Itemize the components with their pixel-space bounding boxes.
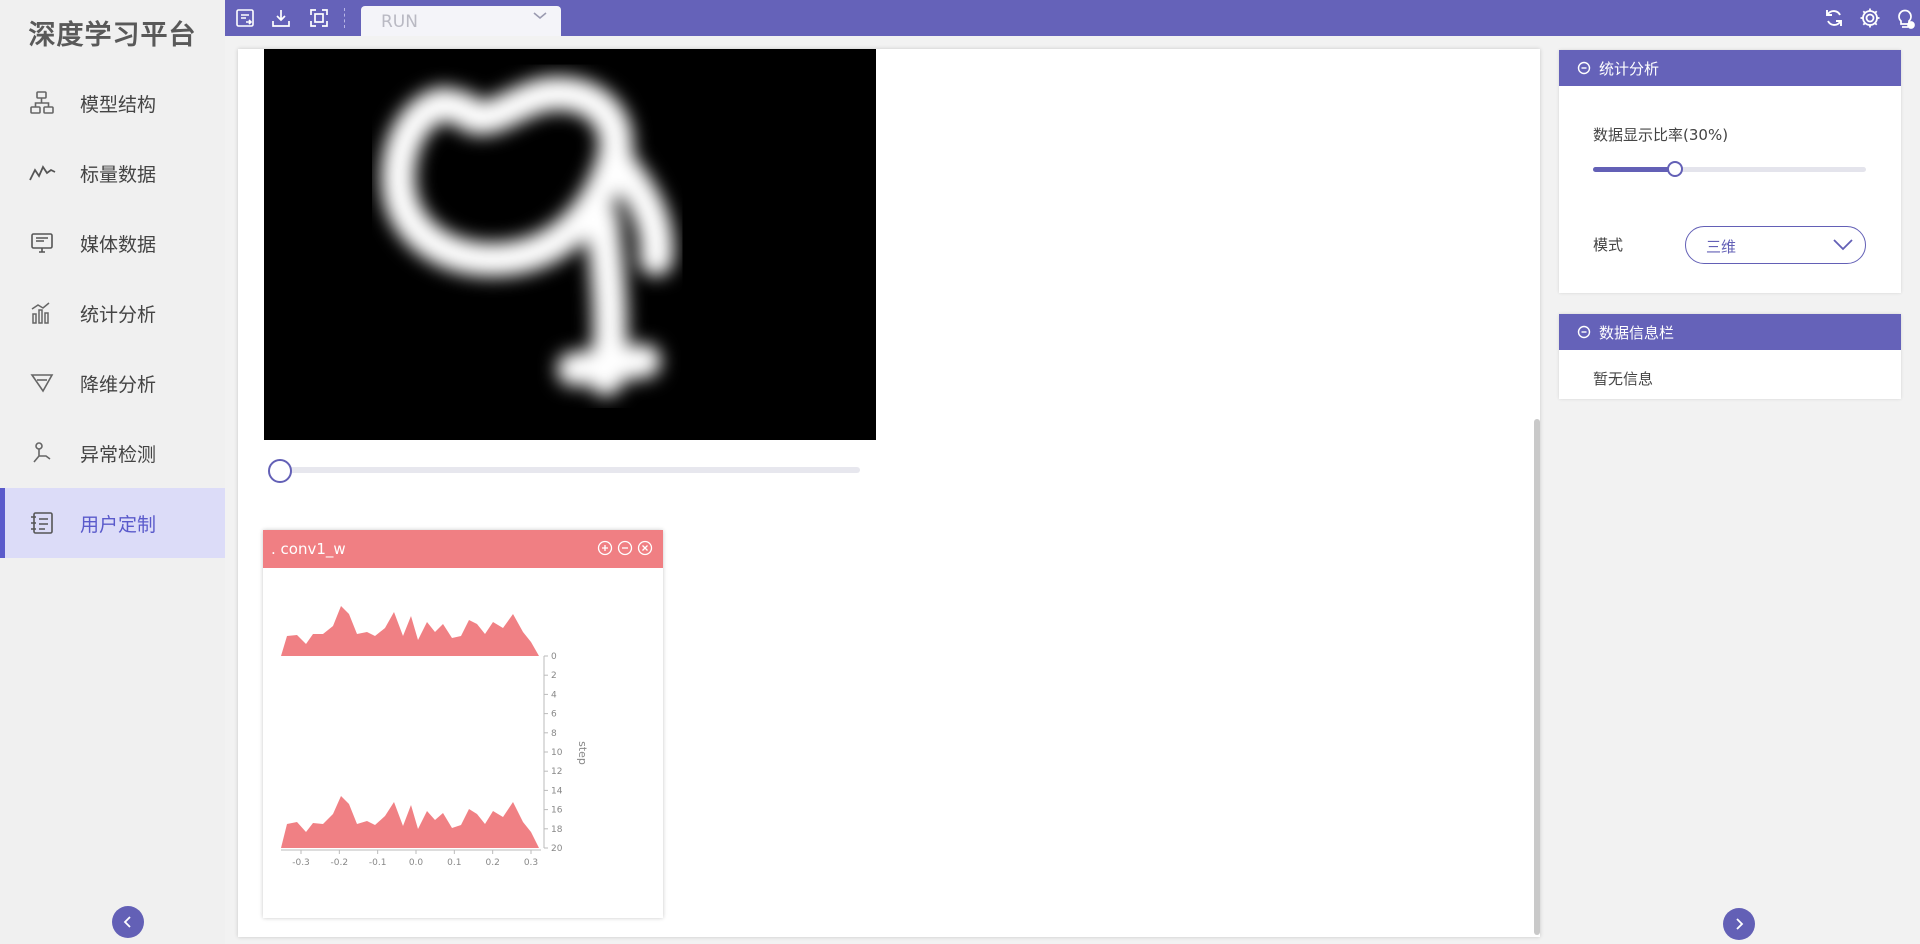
histogram-area-step-20 bbox=[281, 796, 539, 848]
x-tick-label: -0.2 bbox=[331, 858, 349, 868]
y-tick-label: 4 bbox=[551, 690, 557, 700]
sidebar: 深度学习平台 模型结构 标量数据 媒体数据 统计分析 降维分析 异常检测 用户定… bbox=[0, 0, 225, 944]
x-tick-label: 0.1 bbox=[447, 858, 461, 868]
expand-right-panel-button[interactable] bbox=[1723, 908, 1755, 940]
sidebar-nav: 模型结构 标量数据 媒体数据 统计分析 降维分析 异常检测 用户定制 bbox=[0, 68, 225, 558]
x-tick-label: -0.1 bbox=[369, 858, 387, 868]
y-tick-label: 10 bbox=[551, 748, 563, 758]
info-panel: 数据信息栏 暂无信息 bbox=[1559, 314, 1901, 399]
model-structure-icon bbox=[26, 87, 58, 119]
y-tick-label: 8 bbox=[551, 729, 557, 739]
run-select[interactable]: RUN bbox=[361, 6, 561, 36]
x-tick-label: -0.3 bbox=[292, 858, 310, 868]
zoom-out-icon[interactable] bbox=[617, 540, 633, 556]
histogram-card-header: . conv1_w bbox=[263, 530, 663, 568]
histogram-x-axis: -0.3 -0.2 -0.1 0.0 0.1 0.2 0.3 bbox=[292, 850, 538, 868]
histogram-area-step-0 bbox=[281, 606, 539, 656]
media-image bbox=[264, 49, 876, 440]
lightbulb-icon bbox=[1898, 9, 1915, 29]
y-tick-label: 20 bbox=[551, 844, 563, 854]
stats-panel-title: 统计分析 bbox=[1599, 59, 1660, 78]
info-panel-text: 暂无信息 bbox=[1593, 370, 1654, 388]
download-icon bbox=[272, 10, 290, 27]
sidebar-item-scalar-data[interactable]: 标量数据 bbox=[0, 138, 225, 208]
y-tick-label: 18 bbox=[551, 825, 563, 835]
refresh-icon bbox=[1826, 10, 1842, 26]
histogram-chart: 0 2 4 6 8 10 12 14 16 18 20 -0.3 -0.2 -0.1 0.0 0.1 0.2 0… bbox=[281, 606, 589, 868]
sidebar-item-label: 媒体数据 bbox=[80, 233, 157, 256]
histogram-y-axis: 0 2 4 6 8 10 12 14 16 18 20 bbox=[544, 652, 563, 854]
gear-icon bbox=[1860, 8, 1880, 28]
scalar-line-icon bbox=[26, 157, 58, 189]
main-scrollbar[interactable] bbox=[1534, 419, 1540, 935]
run-select-value: RUN bbox=[381, 12, 418, 32]
histogram-y-axis-label: step bbox=[576, 741, 589, 765]
sidebar-item-media-data[interactable]: 媒体数据 bbox=[0, 208, 225, 278]
toolbar-divider bbox=[344, 8, 345, 28]
statistics-bars-icon bbox=[26, 297, 58, 329]
sidebar-item-label: 异常检测 bbox=[80, 443, 157, 466]
y-tick-label: 0 bbox=[551, 652, 557, 662]
x-tick-label: 0.3 bbox=[524, 858, 538, 868]
x-tick-label: 0.2 bbox=[486, 858, 500, 868]
stats-panel-header: 统计分析 bbox=[1559, 50, 1901, 86]
y-tick-label: 12 bbox=[551, 767, 562, 777]
download-button[interactable] bbox=[269, 6, 293, 30]
histogram-card: . conv1_w 0 2 4 6 8 10 12 14 16 18 20 -0.3 -0.2 -0.1… bbox=[263, 530, 663, 918]
y-tick-label: 14 bbox=[551, 786, 563, 796]
main-panel: . conv1_w 0 2 4 6 8 10 12 14 16 18 20 -0.3 -0.2 -0.1… bbox=[238, 49, 1540, 937]
anomaly-icon bbox=[26, 437, 58, 469]
mode-label: 模式 bbox=[1593, 236, 1624, 254]
sidebar-item-label: 统计分析 bbox=[80, 303, 157, 326]
brand-title: 深度学习平台 bbox=[28, 19, 197, 51]
import-button[interactable] bbox=[233, 6, 257, 30]
fullscreen-icon bbox=[310, 9, 328, 27]
x-tick-label: 0.0 bbox=[409, 858, 424, 868]
sidebar-item-label: 用户定制 bbox=[80, 513, 157, 536]
stats-panel: 统计分析 数据显示比率(30%) 模式 三维 bbox=[1559, 50, 1901, 293]
y-tick-label: 16 bbox=[551, 806, 563, 816]
histogram-title: . conv1_w bbox=[271, 540, 346, 558]
sidebar-item-label: 降维分析 bbox=[80, 373, 157, 396]
mode-select[interactable]: 三维 bbox=[1685, 226, 1866, 264]
sidebar-item-statistics[interactable]: 统计分析 bbox=[0, 278, 225, 348]
media-step-slider-track[interactable] bbox=[280, 467, 860, 473]
fullscreen-button[interactable] bbox=[307, 6, 331, 30]
display-rate-slider-fill bbox=[1593, 167, 1675, 172]
collapse-sidebar-button[interactable] bbox=[112, 906, 144, 938]
media-step-slider-thumb[interactable] bbox=[268, 459, 292, 483]
media-monitor-icon bbox=[26, 227, 58, 259]
y-tick-label: 6 bbox=[551, 710, 557, 720]
chat-bubble-icon bbox=[1577, 61, 1591, 75]
sidebar-item-model-structure[interactable]: 模型结构 bbox=[0, 68, 225, 138]
zoom-in-icon[interactable] bbox=[597, 540, 613, 556]
sidebar-item-label: 标量数据 bbox=[80, 163, 157, 186]
chevron-right-icon bbox=[1736, 918, 1744, 930]
display-rate-slider-thumb[interactable] bbox=[1666, 161, 1683, 177]
info-panel-header: 数据信息栏 bbox=[1559, 314, 1901, 350]
sidebar-item-label: 模型结构 bbox=[80, 93, 157, 116]
chevron-left-icon bbox=[123, 916, 131, 928]
chevron-down-icon bbox=[533, 12, 547, 20]
sidebar-item-user-custom[interactable]: 用户定制 bbox=[0, 488, 225, 558]
hint-button[interactable] bbox=[1893, 6, 1917, 30]
info-panel-title: 数据信息栏 bbox=[1599, 323, 1675, 342]
chat-bubble-icon bbox=[1577, 325, 1591, 339]
y-tick-label: 2 bbox=[551, 671, 557, 681]
top-toolbar: RUN bbox=[225, 0, 1920, 36]
mode-select-value: 三维 bbox=[1706, 238, 1737, 256]
custom-panel-icon bbox=[26, 507, 58, 539]
settings-button[interactable] bbox=[1858, 6, 1882, 30]
display-rate-slider-track[interactable] bbox=[1593, 167, 1866, 172]
display-rate-label: 数据显示比率(30%) bbox=[1593, 126, 1729, 144]
import-icon bbox=[236, 9, 254, 27]
refresh-button[interactable] bbox=[1822, 6, 1846, 30]
close-icon[interactable] bbox=[637, 540, 653, 556]
chevron-down-icon bbox=[1833, 239, 1853, 251]
sidebar-item-anomaly-detection[interactable]: 异常检测 bbox=[0, 418, 225, 488]
sidebar-item-dim-reduction[interactable]: 降维分析 bbox=[0, 348, 225, 418]
funnel-icon bbox=[26, 367, 58, 399]
